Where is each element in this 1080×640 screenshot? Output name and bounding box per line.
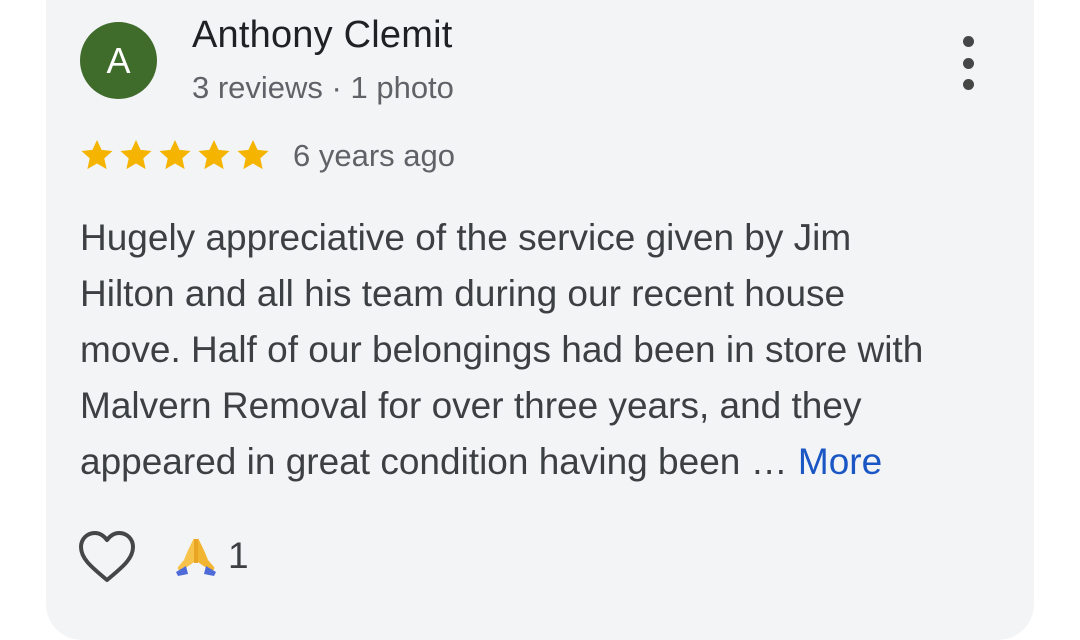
star-icon	[237, 139, 269, 170]
more-options-icon[interactable]	[948, 36, 988, 90]
review-line-last: appeared in great condition having been …	[80, 434, 1000, 490]
star-icon	[198, 139, 230, 170]
review-line: Hugely appreciative of the service given…	[80, 217, 852, 258]
reviewer-avatar[interactable]: A	[80, 22, 157, 99]
reaction-button[interactable]: 1	[174, 533, 249, 579]
menu-dot	[962, 79, 974, 90]
star-icon	[120, 139, 152, 170]
review-line-text: appeared in great condition having been …	[80, 441, 798, 482]
reviewer-meta: 3 reviews · 1 photo	[192, 70, 454, 105]
star-icon	[81, 139, 113, 170]
review-text: Hugely appreciative of the service given…	[80, 210, 1000, 490]
review-line: move. Half of our belongings had been in…	[80, 329, 924, 370]
review-line: Malvern Removal for over three years, an…	[80, 385, 862, 426]
review-time: 6 years ago	[293, 138, 455, 173]
folded-hands-emoji-icon	[176, 538, 216, 576]
more-link[interactable]: More	[798, 441, 882, 482]
menu-dot	[962, 36, 974, 47]
review-line: Hilton and all his team during our recen…	[80, 273, 846, 314]
reaction-count: 1	[228, 535, 249, 576]
reviewer-name[interactable]: Anthony Clemit	[192, 14, 452, 57]
heart-outline-icon[interactable]	[78, 530, 136, 584]
star-icon	[159, 139, 191, 170]
menu-dot	[962, 57, 974, 69]
star-rating	[78, 136, 272, 174]
